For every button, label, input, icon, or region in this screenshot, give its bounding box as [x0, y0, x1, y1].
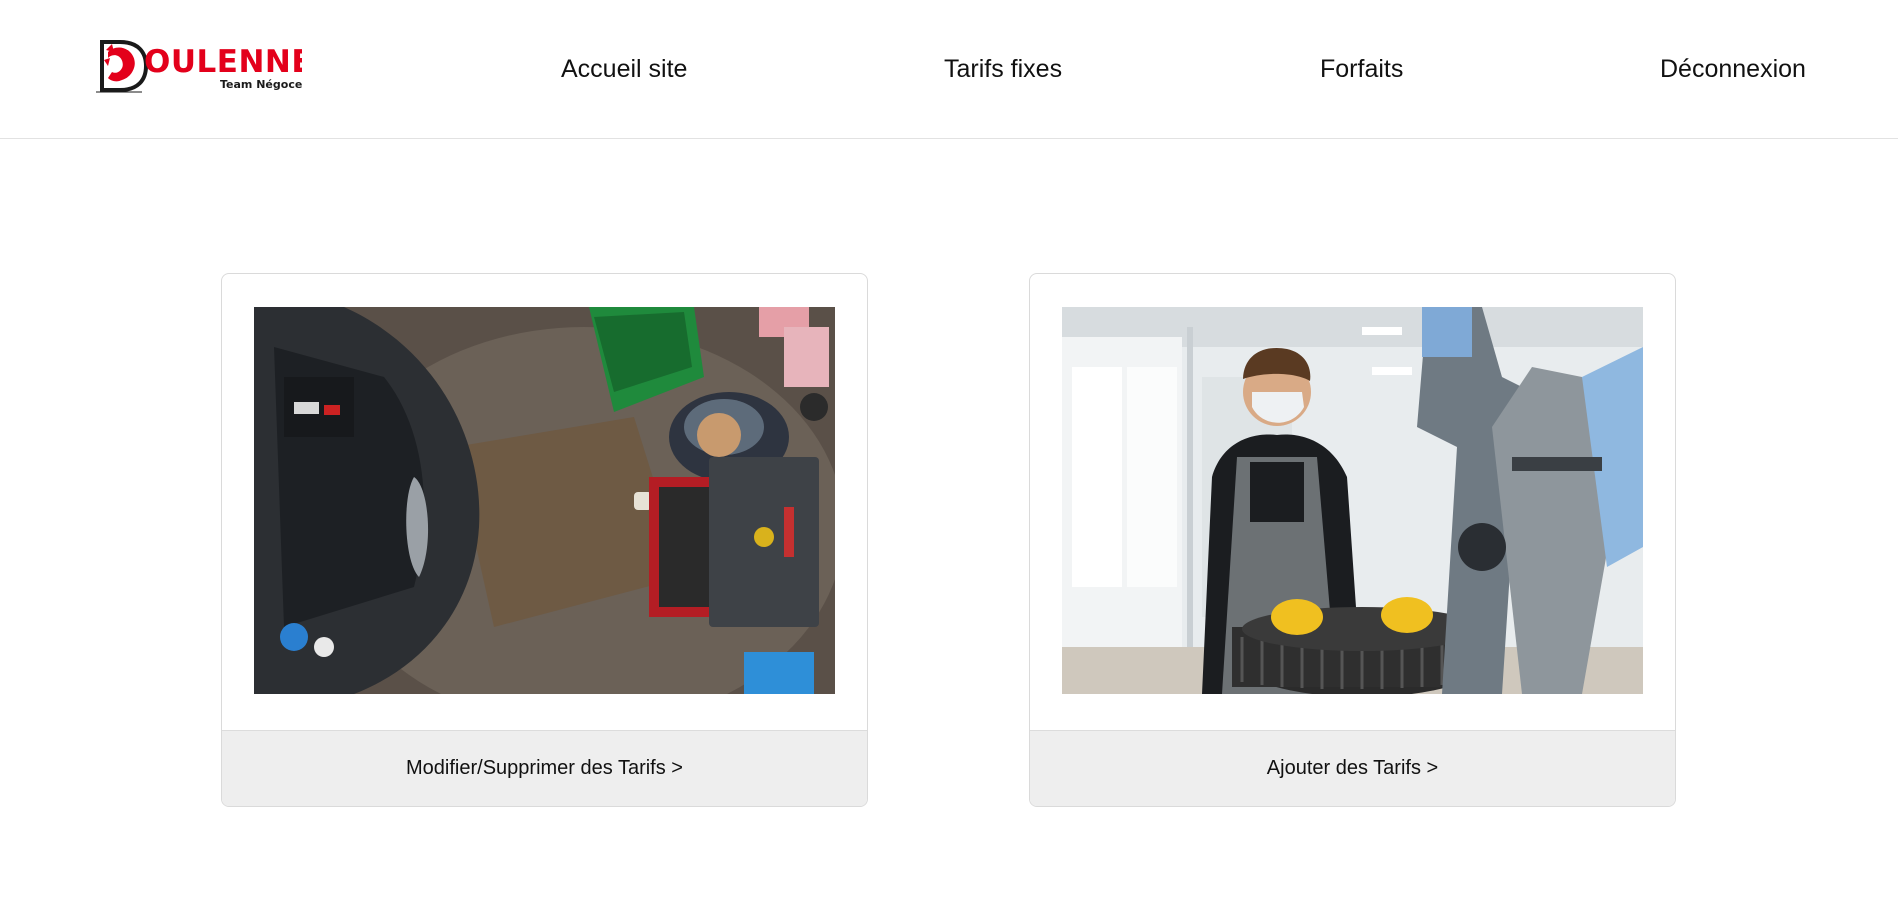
card-link-modifier-supprimer[interactable]: Modifier/Supprimer des Tarifs >: [222, 730, 867, 806]
card-image-mechanic-engine: [254, 307, 835, 694]
mechanic-tire-photo: [1062, 307, 1643, 694]
card-modifier-supprimer-tarifs[interactable]: Modifier/Supprimer des Tarifs >: [221, 273, 868, 807]
nav-forfaits[interactable]: Forfaits: [1320, 52, 1403, 86]
logo-graphic: OULENNE Team Négoce: [96, 40, 313, 93]
nav-accueil-site[interactable]: Accueil site: [561, 52, 687, 86]
mechanic-engine-photo: [254, 307, 835, 694]
logo-brand-text: OULENNE: [144, 44, 302, 80]
card-link-ajouter[interactable]: Ajouter des Tarifs >: [1030, 730, 1675, 806]
card-image-mechanic-tire: [1062, 307, 1643, 694]
nav-tarifs-fixes[interactable]: Tarifs fixes: [944, 52, 1062, 86]
site-header: OULENNE Team Négoce Accueil site Tarifs …: [0, 0, 1898, 139]
nav-deconnexion[interactable]: Déconnexion: [1660, 52, 1806, 86]
card-ajouter-tarifs[interactable]: Ajouter des Tarifs >: [1029, 273, 1676, 807]
logo-tagline: Team Négoce: [220, 78, 302, 91]
doulenne-logo[interactable]: OULENNE Team Négoce: [94, 38, 313, 94]
